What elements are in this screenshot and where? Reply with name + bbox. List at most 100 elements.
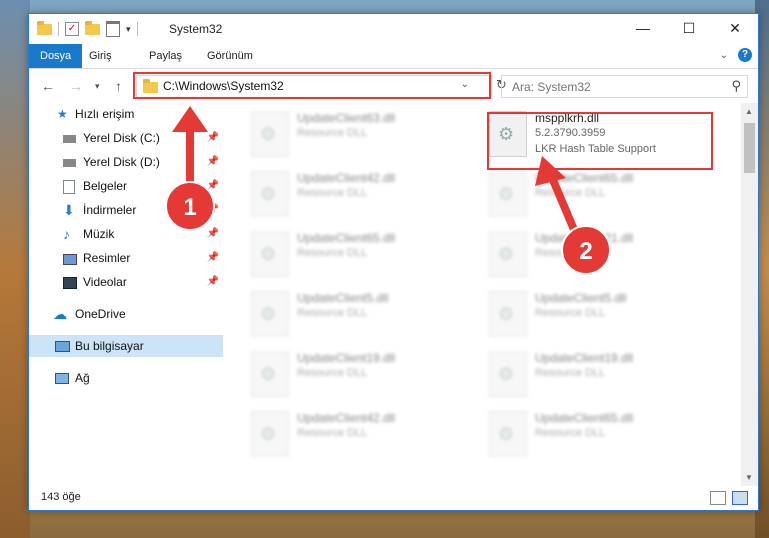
drive-icon [63, 135, 76, 143]
list-item[interactable]: UpdateClient19.dll Resource DLL [251, 347, 481, 403]
recent-locations-icon[interactable]: ▾ [95, 81, 100, 92]
dll-file-icon [251, 231, 289, 277]
search-icon[interactable]: ⚲ [731, 78, 741, 94]
file-name: UpdateClient63.dll [297, 111, 396, 125]
help-icon[interactable]: ? [738, 48, 752, 62]
list-item[interactable]: UpdateClient19.dll Resource DLL [489, 347, 719, 403]
pin-icon[interactable]: 📌 [207, 151, 219, 173]
star-icon: ★ [57, 107, 68, 121]
file-description: Resource DLL [297, 247, 368, 259]
status-bar: 143 öğe [29, 486, 758, 510]
list-item[interactable]: UpdateClient65.dll Resource DLL [251, 227, 481, 283]
dll-file-icon [251, 171, 289, 217]
scrollbar-thumb[interactable] [744, 123, 755, 173]
file-name: UpdateClient42.dll [297, 411, 396, 425]
dll-file-icon [489, 231, 527, 277]
list-item[interactable]: UpdateClient21.dll Resource DLL [489, 227, 719, 283]
pin-icon[interactable]: 📌 [207, 271, 219, 293]
navigation-pane: ★ Hızlı erişim Yerel Disk (C:) 📌 Yerel D… [29, 103, 223, 473]
file-description: Resource DLL [297, 127, 368, 139]
pin-icon[interactable]: 📌 [207, 223, 219, 245]
sidebar-item-label: Müzik [83, 227, 115, 241]
file-name: UpdateClient65.dll [535, 171, 634, 185]
sidebar-item-network[interactable]: Ağ [29, 367, 223, 389]
window-controls: — ☐ ✕ [620, 14, 758, 43]
sidebar-item-label: OneDrive [75, 307, 126, 321]
up-arrow-icon[interactable]: ↑ [115, 78, 122, 94]
annotation-box-file [487, 112, 713, 170]
ribbon-right-controls: ⌄ ? [720, 48, 752, 62]
desktop-background-left [0, 0, 30, 538]
list-item[interactable]: UpdateClient42.dll Resource DLL [251, 407, 481, 463]
file-description: Resource DLL [297, 367, 368, 379]
ribbon-tabs: Dosya Giriş Paylaş Görünüm ⌄ ? [29, 44, 758, 69]
sidebar-item-quick-access[interactable]: ★ Hızlı erişim [29, 103, 223, 125]
tab-home[interactable]: Giriş [89, 44, 112, 68]
list-item[interactable]: UpdateClient65.dll Resource DLL [489, 167, 719, 223]
divider [136, 22, 138, 36]
sidebar-item-local-disk-d[interactable]: Yerel Disk (D:) 📌 [29, 151, 223, 173]
tab-share[interactable]: Paylaş [149, 44, 182, 68]
pin-icon[interactable]: 📌 [207, 127, 219, 149]
close-button[interactable]: ✕ [712, 14, 758, 43]
back-arrow-icon[interactable]: ← [41, 78, 55, 94]
tab-view[interactable]: Görünüm [207, 44, 253, 68]
pin-icon[interactable]: 📌 [207, 175, 219, 197]
maximize-button[interactable]: ☐ [666, 14, 712, 43]
sidebar-item-downloads[interactable]: ⬇ İndirmeler 📌 [29, 199, 223, 221]
search-input[interactable] [510, 76, 724, 97]
new-folder-icon[interactable] [85, 20, 100, 35]
properties-check-icon[interactable]: ✓ [65, 22, 79, 36]
file-description: Resource DLL [535, 247, 606, 259]
file-name: UpdateClient19.dll [297, 351, 396, 365]
file-description: Resource DLL [297, 427, 368, 439]
dll-file-icon [251, 111, 289, 157]
view-toggle [710, 491, 748, 505]
download-icon: ⬇ [63, 202, 75, 218]
divider [58, 22, 59, 36]
scroll-up-icon[interactable]: ▲ [745, 107, 753, 116]
vertical-scrollbar[interactable]: ▲ ▼ [741, 103, 758, 486]
list-item[interactable]: UpdateClient65.dll Resource DLL [489, 407, 719, 463]
file-description: Resource DLL [535, 307, 606, 319]
dll-file-icon [489, 411, 527, 457]
sidebar-item-label: İndirmeler [83, 203, 137, 217]
file-description: Resource DLL [535, 427, 606, 439]
folder-icon [37, 20, 52, 35]
sidebar-item-label: Resimler [83, 251, 131, 265]
forward-arrow-icon[interactable]: → [69, 78, 83, 94]
sidebar-item-this-pc[interactable]: Bu bilgisayar [29, 335, 223, 357]
cloud-icon: ☁ [53, 306, 67, 322]
search-box[interactable]: ⚲ [501, 75, 748, 98]
sidebar-item-local-disk-c[interactable]: Yerel Disk (C:) 📌 [29, 127, 223, 149]
sidebar-item-onedrive[interactable]: ☁ OneDrive [29, 303, 223, 325]
tab-file[interactable]: Dosya [29, 44, 83, 68]
sidebar-item-pictures[interactable]: Resimler 📌 [29, 247, 223, 269]
tiles-view-icon[interactable] [732, 491, 748, 505]
sidebar-item-label: Yerel Disk (D:) [83, 155, 160, 169]
pin-icon[interactable]: 📌 [207, 199, 219, 221]
sidebar-item-videos[interactable]: Videolar 📌 [29, 271, 223, 293]
item-count: 143 öğe [41, 491, 81, 503]
sidebar-item-documents[interactable]: Belgeler 📌 [29, 175, 223, 197]
pin-icon[interactable]: 📌 [207, 247, 219, 269]
list-item[interactable]: UpdateClient42.dll Resource DLL [251, 167, 481, 223]
details-view-icon[interactable] [710, 491, 726, 505]
file-name: UpdateClient5.dll [297, 291, 389, 305]
sidebar-item-label: Hızlı erişim [75, 107, 135, 121]
sidebar-item-music[interactable]: ♪ Müzik 📌 [29, 223, 223, 245]
annotation-box-address [133, 72, 491, 99]
file-name: UpdateClient5.dll [535, 291, 627, 305]
document-icon [63, 180, 75, 194]
list-item[interactable]: UpdateClient5.dll Resource DLL [251, 287, 481, 343]
navigation-bar: ← → ▾ ↑ C:\Windows\System32 ⌄ ↻ ⚲ [29, 69, 758, 103]
list-item[interactable]: UpdateClient5.dll Resource DLL [489, 287, 719, 343]
expand-ribbon-icon[interactable]: ⌄ [720, 50, 728, 61]
minimize-button[interactable]: — [620, 14, 666, 43]
scroll-down-icon[interactable]: ▼ [745, 473, 753, 482]
customize-toolbar-icon[interactable]: ▾ [126, 24, 131, 35]
file-name: UpdateClient42.dll [297, 171, 396, 185]
properties-icon[interactable] [106, 21, 120, 37]
file-name: UpdateClient65.dll [535, 411, 634, 425]
list-item[interactable]: UpdateClient63.dll Resource DLL [251, 107, 481, 163]
